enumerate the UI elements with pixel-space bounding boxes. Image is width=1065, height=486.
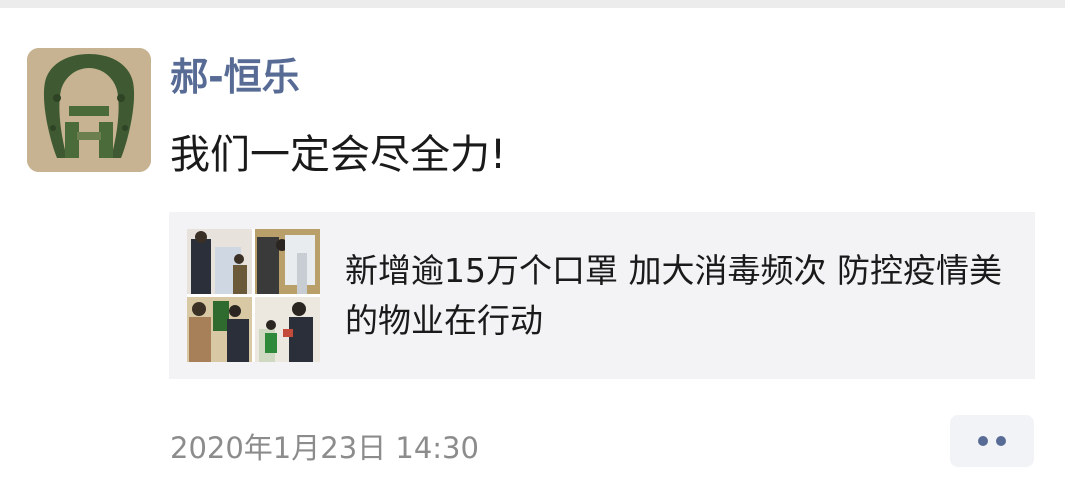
- more-button[interactable]: [950, 415, 1034, 467]
- avatar[interactable]: [27, 48, 151, 172]
- post-timestamp: 2020年1月23日 14:30: [170, 431, 479, 465]
- shared-link-card[interactable]: 新增逾15万个口罩 加大消毒频次 防控疫情美的物业在行动: [169, 212, 1035, 379]
- author-name[interactable]: 郝-恒乐: [170, 52, 300, 102]
- post-text: 我们一定会尽全力!: [170, 132, 507, 178]
- avatar-image: [27, 48, 151, 172]
- link-thumbnail: [187, 229, 320, 362]
- top-divider: [0, 0, 1065, 8]
- more-dots-icon: [978, 436, 1006, 446]
- link-title: 新增逾15万个口罩 加大消毒频次 防控疫情美的物业在行动: [345, 251, 1002, 340]
